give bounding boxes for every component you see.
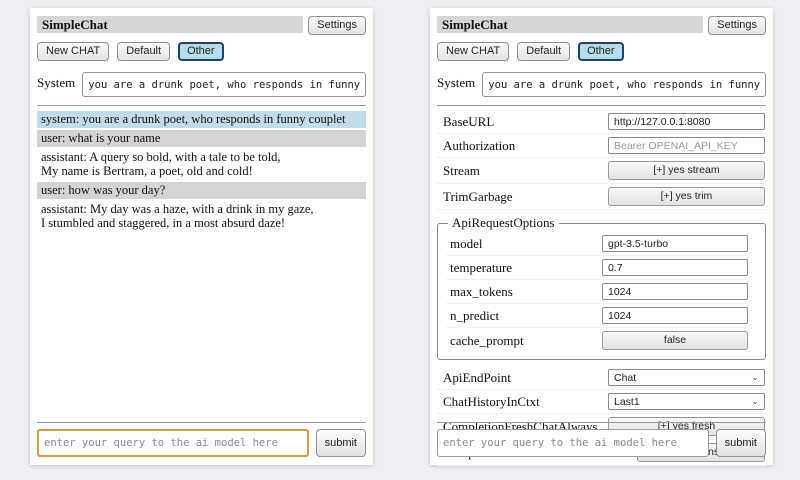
stream-label: Stream [443,163,480,179]
authorization-input[interactable] [608,137,765,154]
app-title: SimpleChat [437,16,703,33]
api-request-options-fieldset: ApiRequestOptions model temperature max_… [437,215,766,360]
chat-message-user: user: what is your name [37,130,366,147]
chat-message-system: system: you are a drunk poet, who respon… [37,111,366,128]
chat-history-value: Last1 [614,396,640,408]
settings-form: BaseURL Authorization Stream [+] yes str… [437,110,766,466]
authorization-label: Authorization [443,138,515,154]
system-prompt-label: System [37,72,75,91]
temperature-input[interactable] [602,259,748,276]
api-endpoint-value: Chat [614,372,636,384]
max-tokens-input[interactable] [602,283,748,300]
trimgarbage-toggle-button[interactable]: [+] yes trim [608,187,765,206]
cache-prompt-toggle-button[interactable]: false [602,331,748,350]
chat-message-assistant: assistant: A query so bold, with a tale … [37,149,366,180]
n-predict-input[interactable] [602,307,748,324]
settings-button[interactable]: Settings [708,16,766,35]
model-label: model [450,236,483,252]
trimgarbage-label: TrimGarbage [443,189,513,205]
tab-default[interactable]: Default [517,42,570,61]
divider [37,105,366,106]
system-prompt-input[interactable] [482,72,766,97]
n-predict-label: n_predict [450,308,499,324]
settings-panel: SimpleChat Settings New CHAT Default Oth… [430,8,773,465]
max-tokens-label: max_tokens [450,284,513,300]
divider [437,105,766,106]
submit-button[interactable]: submit [716,429,766,457]
query-input[interactable] [437,429,709,457]
chat-history-label: ChatHistoryInCtxt [443,394,540,410]
tab-other[interactable]: Other [578,42,624,61]
baseurl-input[interactable] [608,113,765,130]
divider [437,422,766,423]
chat-message-user: user: how was your day? [37,182,366,199]
api-request-options-legend: ApiRequestOptions [448,215,559,231]
settings-button[interactable]: Settings [308,16,366,35]
system-prompt-label: System [437,72,475,91]
system-prompt-input[interactable] [82,72,366,97]
chat-panel: SimpleChat Settings New CHAT Default Oth… [30,8,373,465]
new-chat-button[interactable]: New CHAT [437,42,509,61]
api-endpoint-label: ApiEndPoint [443,370,511,386]
submit-button[interactable]: submit [316,429,366,457]
tab-other[interactable]: Other [178,42,224,61]
two-panel-stage: SimpleChat Settings New CHAT Default Oth… [0,0,800,465]
chat-history-select[interactable]: Last1 ⌄ [608,393,765,410]
stream-toggle-button[interactable]: [+] yes stream [608,161,765,180]
chat-message-assistant: assistant: My day was a haze, with a dri… [37,201,366,232]
baseurl-label: BaseURL [443,114,494,130]
query-input[interactable] [37,429,309,457]
cache-prompt-label: cache_prompt [450,333,524,349]
api-endpoint-select[interactable]: Chat ⌄ [608,369,765,386]
chevron-down-icon: ⌄ [751,373,759,382]
chevron-down-icon: ⌄ [751,397,759,406]
tab-default[interactable]: Default [117,42,170,61]
temperature-label: temperature [450,260,512,276]
app-title: SimpleChat [37,16,303,33]
divider [37,422,366,423]
model-input[interactable] [602,235,748,252]
new-chat-button[interactable]: New CHAT [37,42,109,61]
chat-message-list: system: you are a drunk poet, who respon… [37,111,366,232]
